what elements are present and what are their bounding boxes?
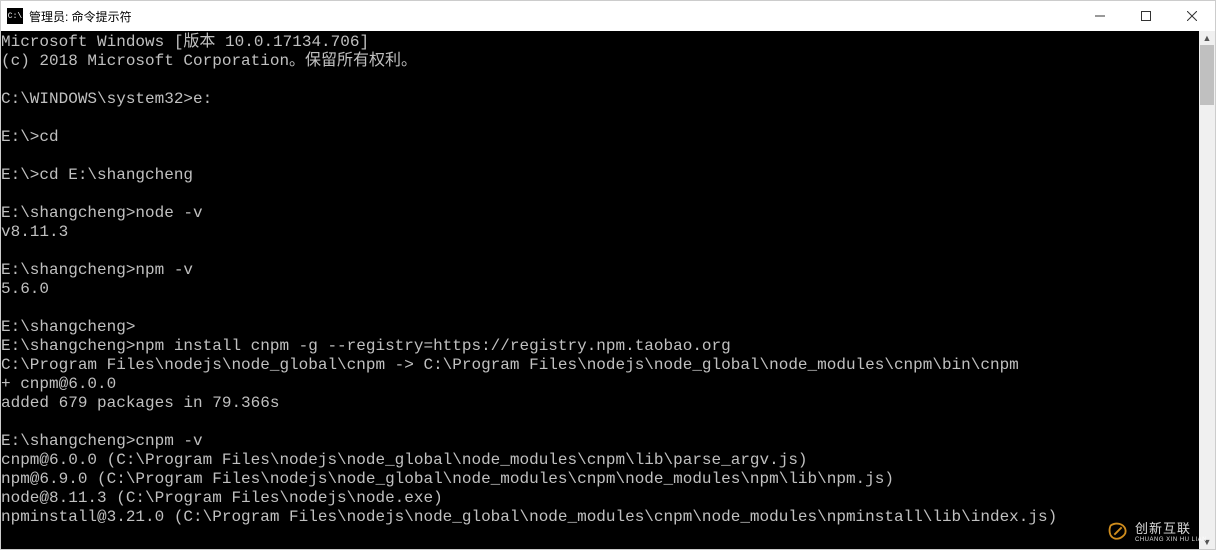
client-area: Microsoft Windows [版本 10.0.17134.706](c)… [1,31,1215,549]
cmd-app-icon: C:\ [7,8,23,24]
terminal-line: Microsoft Windows [版本 10.0.17134.706] [1,33,1199,52]
terminal-line: node@8.11.3 (C:\Program Files\nodejs\nod… [1,489,1199,508]
cmd-window: C:\ 管理员: 命令提示符 Microsoft Windows [版本 10.… [0,0,1216,550]
terminal-line [1,242,1199,261]
terminal-line: E:\shangcheng>node -v [1,204,1199,223]
terminal-line: E:\shangcheng> [1,318,1199,337]
close-icon [1187,11,1197,21]
terminal-line: + cnpm@6.0.0 [1,375,1199,394]
terminal-line: E:\>cd E:\shangcheng [1,166,1199,185]
terminal-line: C:\Program Files\nodejs\node_global\cnpm… [1,356,1199,375]
window-title: 管理员: 命令提示符 [29,8,132,25]
vertical-scrollbar[interactable]: ▲ ▼ [1199,31,1215,549]
scroll-down-button[interactable]: ▼ [1199,535,1215,549]
terminal-line: v8.11.3 [1,223,1199,242]
terminal-line [1,413,1199,432]
window-controls [1077,1,1215,31]
terminal-line [1,109,1199,128]
terminal-output[interactable]: Microsoft Windows [版本 10.0.17134.706](c)… [1,31,1199,549]
terminal-line: 5.6.0 [1,280,1199,299]
close-button[interactable] [1169,1,1215,31]
terminal-line [1,71,1199,90]
terminal-line: E:\shangcheng>npm install cnpm -g --regi… [1,337,1199,356]
terminal-line [1,147,1199,166]
terminal-line: C:\WINDOWS\system32>e: [1,90,1199,109]
terminal-line: E:\shangcheng>npm -v [1,261,1199,280]
terminal-line [1,299,1199,318]
terminal-line: cnpm@6.0.0 (C:\Program Files\nodejs\node… [1,451,1199,470]
minimize-button[interactable] [1077,1,1123,31]
terminal-line [1,185,1199,204]
scroll-up-button[interactable]: ▲ [1199,31,1215,45]
terminal-line: npm@6.9.0 (C:\Program Files\nodejs\node_… [1,470,1199,489]
scrollbar-thumb[interactable] [1200,45,1214,105]
terminal-line: E:\>cd [1,128,1199,147]
maximize-icon [1141,11,1151,21]
terminal-line: added 679 packages in 79.366s [1,394,1199,413]
minimize-icon [1095,11,1105,21]
terminal-line: E:\shangcheng>cnpm -v [1,432,1199,451]
terminal-line: (c) 2018 Microsoft Corporation。保留所有权利。 [1,52,1199,71]
maximize-button[interactable] [1123,1,1169,31]
terminal-line: npminstall@3.21.0 (C:\Program Files\node… [1,508,1199,527]
title-bar[interactable]: C:\ 管理员: 命令提示符 [1,1,1215,31]
